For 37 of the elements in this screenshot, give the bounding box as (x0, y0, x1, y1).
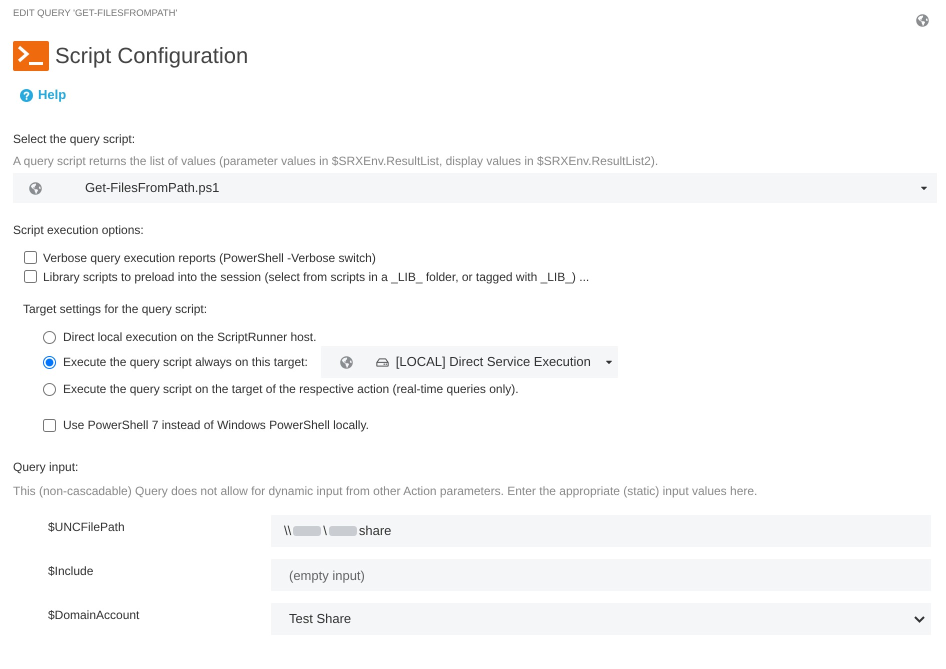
checkbox[interactable] (24, 270, 37, 283)
blurred-block (328, 526, 357, 536)
checkbox-label: Use PowerShell 7 instead of Windows PowerShell locally. (63, 417, 369, 433)
parameter-label: $UNCFilePath (48, 519, 126, 535)
radio-button[interactable] (43, 382, 56, 396)
script-select[interactable]: Get-FilesFromPath.ps1 (13, 173, 937, 203)
section-description: A query script returns the list of values (parameter values in $SRXEnv.ResultList, display values in $SRXEnv.ResultList2). (13, 153, 660, 169)
help-icon (20, 88, 33, 102)
chevron-down-icon (914, 616, 925, 622)
globe-icon (29, 182, 42, 194)
checkbox[interactable] (43, 418, 56, 432)
radio-label: Execute the query script always on this target: (63, 354, 308, 370)
section-label: Script execution options: (13, 222, 145, 238)
section-label: Target settings for the query script: (22, 301, 208, 317)
radio-label: Direct local execution on the ScriptRunner host. (63, 329, 316, 345)
radio-button[interactable] (43, 356, 56, 368)
parameter-label: $Include (48, 563, 94, 579)
radio-button[interactable] (43, 330, 56, 344)
text-field[interactable]: (empty input) (271, 559, 931, 591)
globe-icon (340, 356, 353, 368)
blurred-block (293, 526, 322, 536)
section-label: Query input: (13, 459, 80, 475)
globe-icon (916, 14, 929, 27)
checkbox-label: Verbose query execution reports (PowerShell -Verbose switch) (43, 250, 376, 266)
section-label: Select the query script: (13, 131, 136, 147)
target-select[interactable]: [LOCAL] Direct Service Execution (320, 346, 618, 378)
section-description: This (non-cascadable) Query does not allow for dynamic input from other Action parameters. Enter the appropriate (static) input values here. (13, 483, 758, 499)
parameter-label: $DomainAccount (48, 607, 140, 623)
checkbox[interactable] (24, 251, 37, 264)
hard-drive-icon (376, 356, 389, 368)
checkbox-label: Library scripts to preload into the session (select from scripts in a _LIB_ folder, or tagged with _LIB_) ... (43, 268, 590, 284)
terminal-icon (13, 41, 49, 71)
select-field[interactable]: Test Share (271, 603, 931, 635)
radio-label: Execute the query script on the target of the respective action (real-time queries only). (63, 381, 519, 397)
page-title: Script Configuration (55, 42, 248, 70)
breadcrumb: EDIT QUERY 'GET-FILESFROMPATH' (13, 8, 178, 20)
text-field[interactable]: \\ \ share (271, 515, 931, 547)
